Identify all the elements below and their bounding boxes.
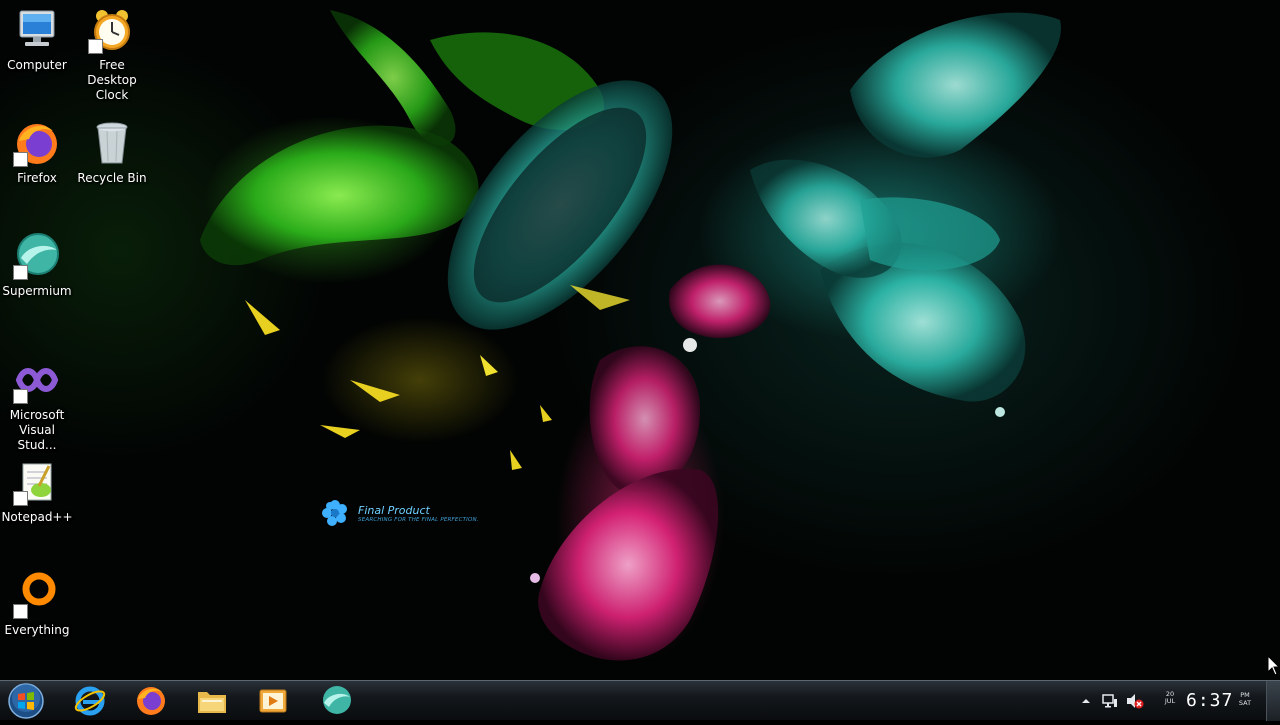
clock-weekday: SAT — [1238, 699, 1252, 707]
start-button[interactable] — [6, 682, 46, 720]
desktop-icon-supermium[interactable]: Supermium — [1, 232, 73, 299]
desktop-icon-label: Free Desktop Clock — [87, 58, 137, 102]
desktop[interactable]: Final Product SEARCHING FOR THE FINAL PE… — [0, 0, 1280, 680]
recycle-bin-icon — [88, 119, 136, 167]
taskbar: 20 JUL 6:37 PM SAT — [0, 680, 1280, 721]
desktop-icon-label: Firefox — [17, 171, 57, 185]
chevron-up-icon — [1082, 699, 1090, 703]
desktop-icon-label: Recycle Bin — [77, 171, 147, 185]
supermium-icon — [13, 232, 61, 280]
show-hidden-icons-button[interactable] — [1078, 681, 1094, 721]
wallpaper-brand-subtitle: SEARCHING FOR THE FINAL PERFECTION. — [358, 516, 479, 523]
clock-ampm: PM — [1240, 691, 1250, 699]
folder-icon — [198, 692, 226, 713]
desktop-icon-label: Microsoft Visual Stud... — [9, 408, 65, 452]
taskbar-firefox[interactable] — [125, 683, 177, 719]
computer-icon — [13, 6, 61, 54]
desktop-icon-everything[interactable]: Everything — [1, 571, 73, 638]
clock-ampm-weekday[interactable]: PM SAT — [1234, 691, 1256, 707]
everything-search-icon — [13, 571, 61, 619]
mouse-pointer-icon — [1267, 655, 1280, 676]
clock-month: JUL — [1164, 697, 1176, 705]
flower-logo-icon — [322, 500, 347, 526]
desktop-icon-recycle-bin[interactable]: Recycle Bin — [76, 119, 148, 186]
desktop-icon-visual-studio[interactable]: Microsoft Visual Stud... — [1, 356, 73, 453]
shortcut-arrow-icon — [13, 265, 28, 280]
wallpaper-brand-title: Final Product — [358, 503, 430, 517]
shortcut-arrow-icon — [13, 389, 28, 404]
network-icon — [1102, 694, 1117, 708]
desktop-icon-firefox[interactable]: Firefox — [1, 119, 73, 186]
taskbar-file-explorer[interactable] — [186, 683, 238, 719]
wallpaper-brand: Final Product SEARCHING FOR THE FINAL PE… — [320, 498, 479, 528]
media-player-icon — [259, 689, 287, 713]
network-tray-button[interactable] — [1100, 681, 1120, 721]
taskbar-internet-explorer[interactable] — [64, 683, 116, 719]
shortcut-arrow-icon — [88, 39, 103, 54]
volume-muted-icon — [1127, 694, 1144, 709]
volume-tray-button[interactable] — [1125, 681, 1145, 721]
shortcut-arrow-icon — [13, 152, 28, 167]
internet-explorer-icon — [74, 686, 106, 716]
desktop-icon-label: Supermium — [2, 284, 72, 298]
taskbar-media-player[interactable] — [247, 683, 299, 719]
firefox-icon — [137, 687, 165, 715]
desktop-icon-free-desktop-clock[interactable]: Free Desktop Clock — [76, 6, 148, 103]
clock-time[interactable]: 6:37 — [1186, 690, 1233, 711]
desktop-icon-label: Everything — [4, 623, 70, 637]
taskbar-supermium[interactable] — [310, 683, 362, 719]
alarm-clock-icon — [88, 6, 136, 54]
show-desktop-button[interactable] — [1266, 681, 1280, 721]
desktop-icon-notepad-plus-plus[interactable]: Notepad++ — [1, 458, 73, 525]
wallpaper-art — [200, 10, 1061, 661]
shortcut-arrow-icon — [13, 491, 28, 506]
desktop-icon-label: Computer — [7, 58, 67, 72]
supermium-icon — [323, 686, 351, 714]
desktop-icon-computer[interactable]: Computer — [1, 6, 73, 73]
firefox-icon — [13, 119, 61, 167]
desktop-icon-label: Notepad++ — [1, 510, 73, 524]
visual-studio-icon — [13, 356, 61, 404]
clock-date[interactable]: 20 JUL — [1157, 691, 1183, 705]
notepad-plus-plus-icon — [13, 458, 61, 506]
shortcut-arrow-icon — [13, 604, 28, 619]
windows-start-orb-icon — [8, 683, 44, 719]
